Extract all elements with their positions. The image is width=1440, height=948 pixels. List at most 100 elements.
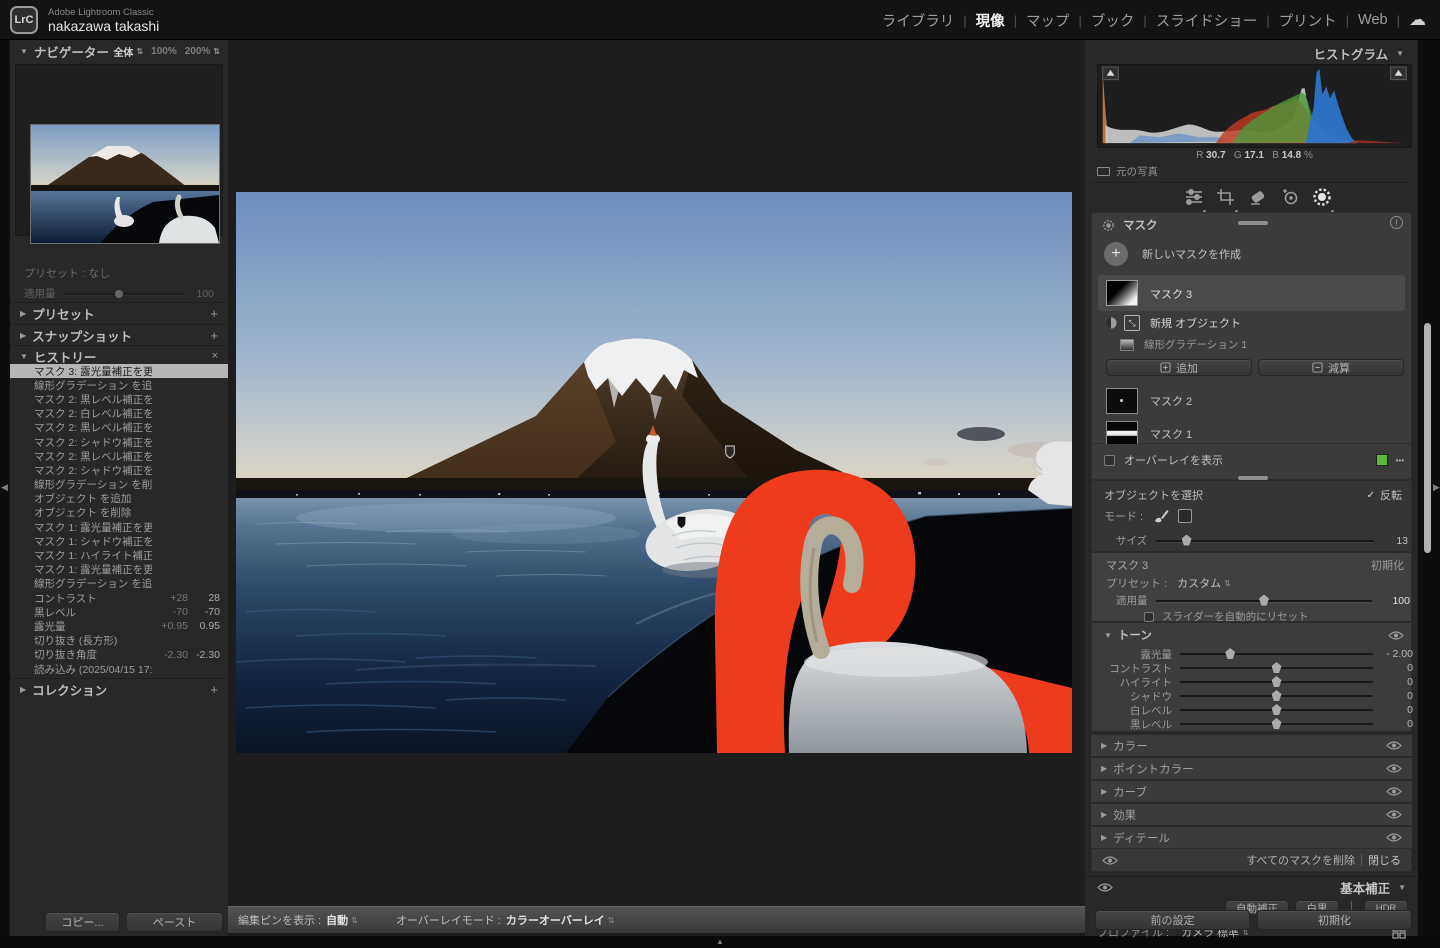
navigator-zoom-200[interactable]: 200% [185,46,211,57]
brush-mode-icon[interactable] [1153,508,1170,524]
module-library[interactable]: ライブラリ [882,10,955,31]
whites-slider[interactable] [1180,709,1373,711]
object-select-icon[interactable]: ⤡ [1124,315,1140,331]
edit-pins-value[interactable]: 自動 [326,912,348,928]
cloud-sync-icon[interactable]: ☁ [1409,10,1426,30]
right-panel-scrollbar[interactable] [1424,323,1431,553]
mask-preset-value[interactable]: カスタム [1177,575,1221,591]
section-curve[interactable]: ▶カーブ [1091,780,1412,802]
history-item[interactable]: コントラスト+2828 [10,591,228,605]
copy-button[interactable]: コピー... [45,912,120,932]
blacks-slider[interactable] [1180,723,1373,725]
highlights-slider[interactable] [1180,681,1373,683]
section-point-color[interactable]: ▶ポイントカラー [1091,757,1412,779]
add-mask-icon[interactable]: + [1104,242,1128,266]
photo-canvas[interactable] [236,192,1072,753]
history-item[interactable]: 露光量+0.950.95 [10,619,228,633]
module-develop[interactable]: 現像 [976,10,1005,31]
original-photo-toggle[interactable]: 元の写真 [1097,164,1158,179]
history-item[interactable]: マスク 1: 露光量補正を更新 [10,563,228,577]
section-detail[interactable]: ▶ディテール [1091,826,1412,848]
module-print[interactable]: プリント [1279,10,1337,31]
invert-label[interactable]: 反転 [1380,487,1402,503]
history-item[interactable]: マスク 2: 黒レベル補正を更新 [10,421,228,435]
history-item[interactable]: オブジェクト を削除 [10,506,228,520]
history-item[interactable]: マスク 2: 黒レベル補正を更新 [10,449,228,463]
highlight-clipping-indicator[interactable] [1391,67,1407,80]
gradient-component-row[interactable]: 線形グラデーション 1 [1120,337,1247,352]
masking-tool-icon[interactable] [1309,186,1335,208]
history-item[interactable]: マスク 2: シャドウ補正を更新 [10,435,228,449]
history-item[interactable]: 読み込み (2025/04/15 17:05:00) [10,662,228,676]
history-item[interactable]: 切り抜き角度-2.30-2.30 [10,648,228,662]
mask-reset-button[interactable]: 初期化 [1371,557,1404,573]
box-mode-icon[interactable] [1178,509,1192,523]
eye-icon[interactable] [1386,763,1402,774]
snapshots-section-header[interactable]: ▶ スナップショット + [10,324,228,345]
close-mask-panel-button[interactable]: 閉じる [1368,852,1401,868]
previous-settings-button[interactable]: 前の設定 [1095,910,1250,930]
mask2-thumbnail[interactable] [1106,388,1138,414]
heal-tool-icon[interactable] [1245,186,1271,208]
histogram-header[interactable]: ヒストグラム ▼ [1313,44,1404,63]
mask3-row[interactable]: マスク 3 [1098,275,1405,311]
preset-amount-slider[interactable] [64,293,184,295]
filmstrip-reveal-icon[interactable]: ▲ [716,937,724,946]
right-collapse-icon[interactable]: ▶ [1433,482,1440,493]
navigator-thumbnail[interactable] [31,125,219,243]
create-mask-row[interactable]: + 新しいマスクを作成 [1104,237,1241,271]
mask-pin-selected[interactable] [677,516,686,529]
navigator-fit[interactable]: 全体 [113,44,133,59]
overlay-options-icon[interactable]: ••• [1396,456,1404,465]
navigator-zoom-100[interactable]: 100% [151,46,177,57]
left-collapse-icon[interactable]: ◀ [1,482,8,493]
basic-header[interactable]: 基本補正 ▼ [1085,876,1418,898]
panel-drag-handle[interactable] [1238,221,1268,225]
overlay-color-swatch[interactable] [1376,454,1388,466]
size-slider[interactable] [1156,540,1374,542]
history-item[interactable]: 切り抜き (長方形) [10,634,228,648]
clear-history-icon[interactable]: × [212,350,218,362]
overlay-mode-value[interactable]: カラーオーバーレイ [506,912,605,928]
section-effects[interactable]: ▶効果 [1091,803,1412,825]
module-web[interactable]: Web [1358,12,1388,28]
mask2-row[interactable]: マスク 2 [1106,385,1192,417]
info-icon[interactable]: ! [1390,216,1403,229]
navigator-header[interactable]: ▼ ナビゲーター 全体⇅ 100% 200%⇅ [20,40,220,62]
history-item[interactable]: マスク 2: 白レベル補正を更新 [10,407,228,421]
eye-icon[interactable] [1386,786,1402,797]
module-slideshow[interactable]: スライドショー [1156,10,1258,31]
delete-all-masks-button[interactable]: すべてのマスクを削除 [1246,852,1355,868]
eye-icon[interactable] [1386,740,1402,751]
eye-icon[interactable] [1386,809,1402,820]
exposure-slider[interactable] [1180,653,1373,655]
history-section-header[interactable]: ▼ ヒストリー × [10,345,228,366]
shadow-clipping-indicator[interactable] [1103,67,1119,80]
history-item[interactable]: マスク 3: 露光量補正を更新 [10,364,228,378]
history-item[interactable]: マスク 1: 露光量補正を更新 [10,520,228,534]
reset-button[interactable]: 初期化 [1257,910,1412,930]
history-item[interactable]: マスク 2: 黒レベル補正を更新 [10,392,228,406]
mask-amount-slider[interactable] [1156,600,1372,602]
mask-eye-icon[interactable] [1102,855,1118,866]
histogram-box[interactable] [1097,64,1412,148]
history-item[interactable]: 線形グラデーション を追加 [10,577,228,591]
auto-reset-checkbox[interactable] [1144,612,1154,622]
history-item[interactable]: マスク 1: シャドウ補正を更新 [10,534,228,548]
mask-pin-unselected[interactable] [726,446,735,458]
basic-adjust-tool-icon[interactable] [1181,186,1207,208]
section-color[interactable]: ▶カラー [1091,734,1412,756]
mask-add-button[interactable]: 追加 [1106,359,1252,376]
eye-icon[interactable] [1386,832,1402,843]
mask3-thumbnail[interactable] [1106,280,1138,306]
tone-eye-icon[interactable] [1388,630,1404,641]
add-preset-icon[interactable]: + [210,306,218,321]
collections-section-header[interactable]: ▶ コレクション + [10,678,228,699]
history-item[interactable]: マスク 1: ハイライト補正を更新 [10,548,228,562]
history-item[interactable]: オブジェクト を追加 [10,492,228,506]
invert-check-icon[interactable]: ✓ [1367,490,1375,501]
new-object-row[interactable]: ⤡ 新規 オブジェクト [1104,315,1241,331]
module-map[interactable]: マップ [1026,10,1070,31]
red-eye-tool-icon[interactable] [1277,186,1303,208]
add-collection-icon[interactable]: + [210,682,218,697]
